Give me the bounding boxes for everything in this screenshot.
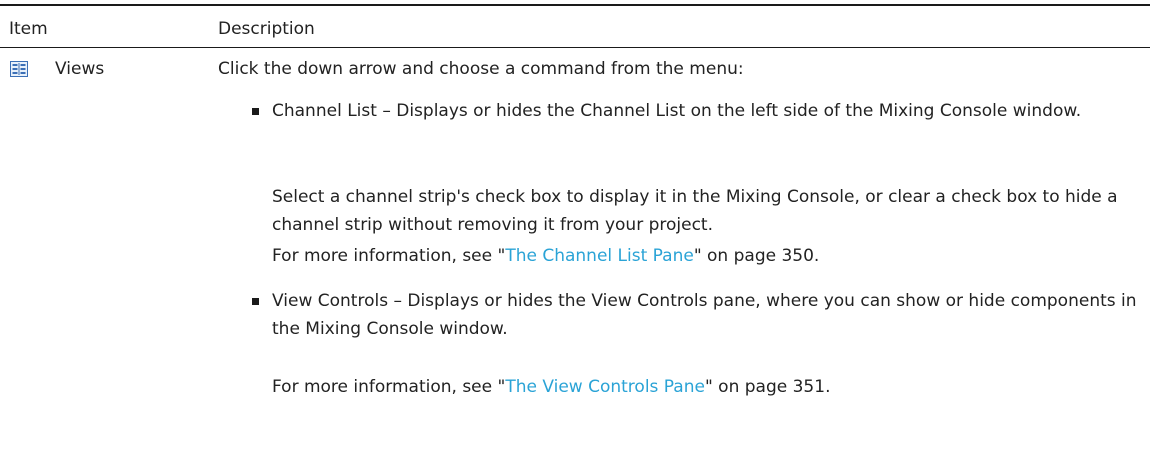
view-controls-pane-link[interactable]: The View Controls Pane <box>505 377 705 397</box>
header-rule <box>0 47 1150 48</box>
column-header-item: Item <box>9 19 48 39</box>
see-suffix: " on page 350. <box>693 246 820 266</box>
bullet-term: View Controls <box>272 291 389 311</box>
row-item-views: Views <box>55 59 105 79</box>
bullet-text: – Displays or hides the Channel List on … <box>376 101 1082 121</box>
view-controls-see-also: For more information, see "The View Cont… <box>272 373 830 401</box>
channel-list-detail: Select a channel strip's check box to di… <box>272 187 1118 235</box>
table-top-rule <box>0 4 1150 6</box>
views-grid-icon <box>10 61 28 77</box>
bullet-marker <box>252 108 259 115</box>
channel-list-see-also: For more information, see "The Channel L… <box>272 242 819 270</box>
intro-text: Click the down arrow and choose a comman… <box>218 59 744 79</box>
bullet-text: – Displays or hides the View Controls pa… <box>272 291 1137 339</box>
see-prefix: For more information, see " <box>272 377 506 397</box>
see-prefix: For more information, see " <box>272 246 506 266</box>
see-suffix: " on page 351. <box>704 377 831 397</box>
bullet-marker <box>252 298 259 305</box>
channel-list-pane-link[interactable]: The Channel List Pane <box>505 246 693 266</box>
column-header-description: Description <box>218 19 315 39</box>
bullet-term: Channel List <box>272 101 377 121</box>
bullet-channel-list: Channel List – Displays or hides the Cha… <box>272 97 1142 125</box>
bullet-view-controls: View Controls – Displays or hides the Vi… <box>272 287 1142 343</box>
